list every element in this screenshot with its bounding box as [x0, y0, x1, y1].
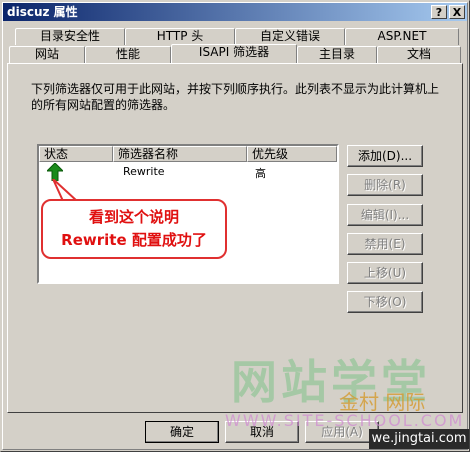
filter-priority: 高: [255, 167, 266, 180]
close-button[interactable]: X: [449, 5, 465, 19]
watermark-url: WWW.SITE-SCHOOL.COM: [225, 411, 465, 430]
tab-documents[interactable]: 文档: [377, 46, 461, 63]
disable-button[interactable]: 禁用(E): [347, 233, 423, 255]
filter-description: 下列筛选器仅可用于此网站，并按下列顺序执行。此列表不显示为此计算机上的所有网站配…: [31, 82, 440, 112]
callout-line-2: Rewrite 配置成功了: [61, 231, 207, 249]
tab-directory-security[interactable]: 目录安全性: [15, 28, 125, 45]
list-item[interactable]: Rewrite 高: [39, 162, 337, 182]
window-title: discuz 属性: [7, 5, 78, 19]
filter-name: Rewrite: [123, 165, 165, 178]
properties-dialog: discuz 属性 ? X 目录安全性 HTTP 头 自定义错误 ASP.NET…: [0, 0, 470, 452]
tab-isapi-filters[interactable]: ISAPI 筛选器: [171, 44, 297, 63]
column-filter-name[interactable]: 筛选器名称: [113, 146, 247, 162]
move-up-button[interactable]: 上移(U): [347, 262, 423, 284]
add-button[interactable]: 添加(D)...: [347, 145, 423, 167]
edit-button[interactable]: 编辑(I)...: [347, 204, 423, 226]
annotation-callout: 看到这个说明 Rewrite 配置成功了: [41, 199, 227, 259]
watermark-corner: we.jingtai.com: [369, 429, 469, 449]
remove-button[interactable]: 删除(R): [347, 174, 423, 196]
tab-asp-net[interactable]: ASP.NET: [345, 28, 459, 45]
tab-website[interactable]: 网站: [9, 46, 85, 63]
column-priority[interactable]: 优先级: [247, 146, 337, 162]
tab-custom-errors[interactable]: 自定义错误: [235, 28, 345, 45]
callout-line-1: 看到这个说明: [88, 208, 179, 226]
title-bar[interactable]: discuz 属性 ? X: [3, 3, 467, 21]
ok-button[interactable]: 确定: [145, 421, 219, 443]
tab-home-directory[interactable]: 主目录: [297, 46, 377, 63]
list-header: 状态 筛选器名称 优先级: [39, 146, 337, 162]
column-status[interactable]: 状态: [39, 146, 113, 162]
tab-http-headers[interactable]: HTTP 头: [125, 28, 235, 45]
move-down-button[interactable]: 下移(O): [347, 291, 423, 313]
help-button[interactable]: ?: [431, 5, 447, 19]
tab-performance[interactable]: 性能: [85, 46, 171, 63]
